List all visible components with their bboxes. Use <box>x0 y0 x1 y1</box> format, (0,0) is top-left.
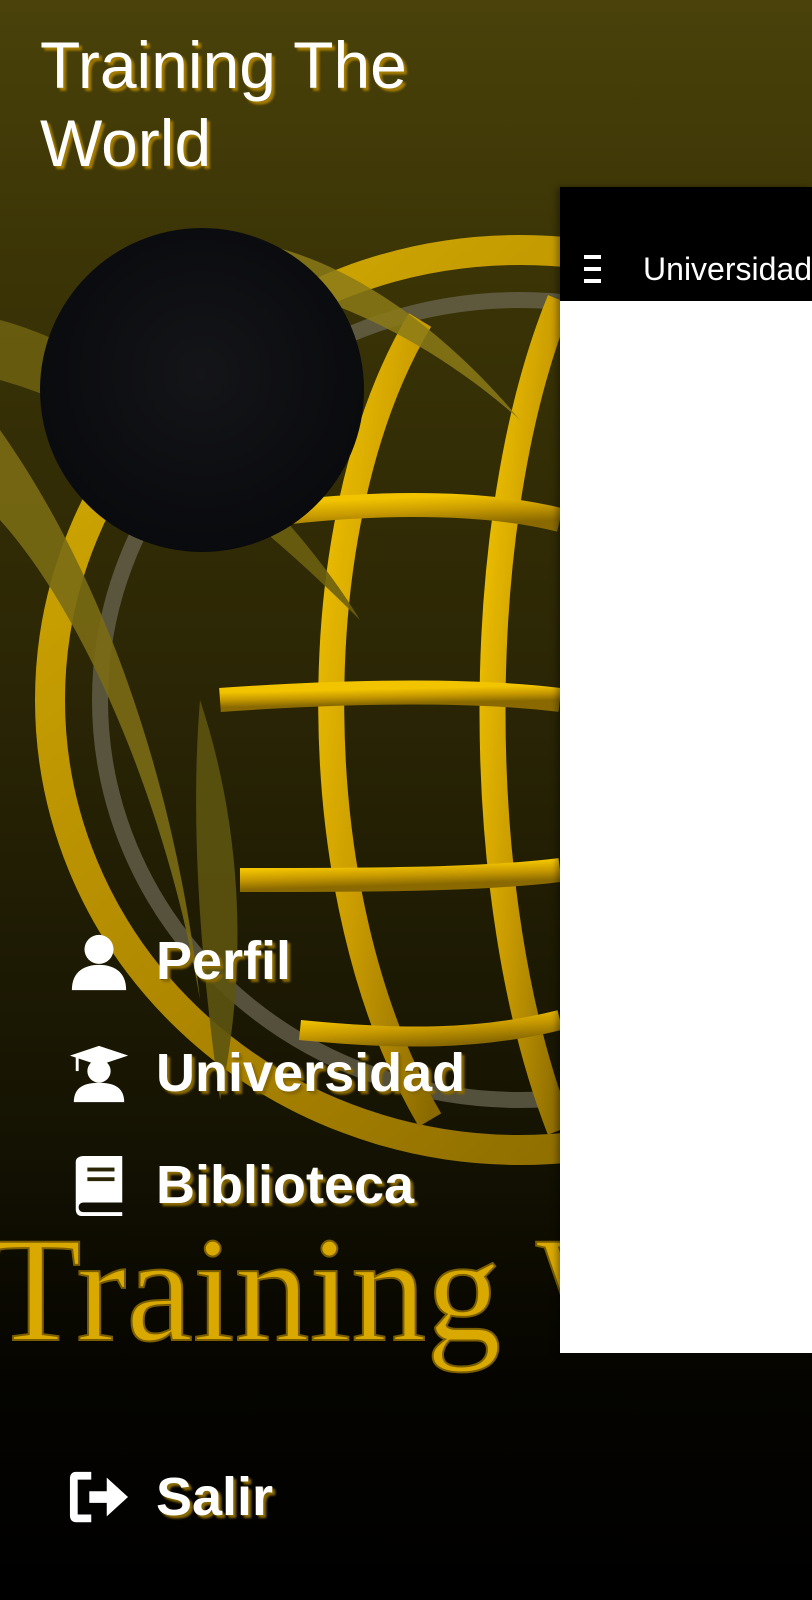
hamburger-menu-icon[interactable] <box>584 255 602 283</box>
status-bar <box>560 187 812 237</box>
menu-item-profile-label: Perfil <box>156 931 292 991</box>
user-icon <box>68 930 130 992</box>
menu-item-library-label: Biblioteca <box>156 1155 415 1215</box>
main-content-panel: Universidad <box>560 187 812 1353</box>
sign-out-icon <box>68 1466 130 1528</box>
book-icon <box>68 1154 130 1216</box>
menu-item-university-label: Universidad <box>156 1043 466 1103</box>
menu-item-profile[interactable]: Perfil <box>68 930 291 992</box>
menu-item-library[interactable]: Biblioteca <box>68 1154 414 1216</box>
app-bar-title: Universidad <box>643 250 812 287</box>
avatar[interactable] <box>40 228 364 552</box>
menu-item-university[interactable]: Universidad <box>68 1042 465 1104</box>
menu-item-logout-label: Salir <box>156 1467 274 1527</box>
app-bar: Universidad <box>560 237 812 301</box>
app-title: Training The World <box>40 28 407 180</box>
graduate-icon <box>68 1042 130 1104</box>
menu-item-logout[interactable]: Salir <box>68 1466 273 1528</box>
